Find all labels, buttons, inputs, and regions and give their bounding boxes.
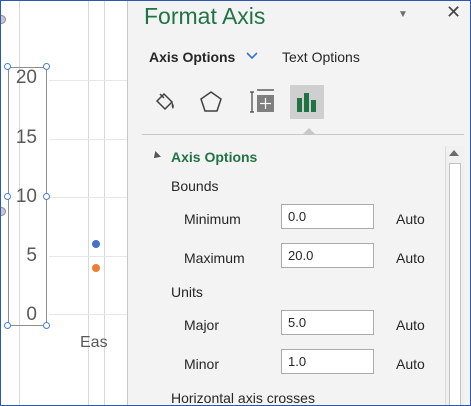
chart-edge-handle[interactable] (1, 15, 6, 24)
selection-handle[interactable] (43, 63, 50, 70)
horizontal-axis-crosses-label: Horizontal axis crosses (171, 390, 315, 406)
minimum-input[interactable] (281, 204, 374, 229)
effects-icon[interactable] (194, 85, 228, 119)
selection-handle[interactable] (4, 322, 11, 329)
maximum-input[interactable] (281, 243, 374, 268)
fill-line-icon[interactable] (147, 85, 181, 119)
minor-label: Minor (184, 356, 220, 372)
pane-scrollbar[interactable] (445, 146, 464, 405)
gridline (49, 314, 127, 315)
pane-title: Format Axis (144, 3, 266, 29)
pane-options-dropdown-icon[interactable]: ▼ (398, 9, 408, 20)
major-label: Major (184, 317, 220, 333)
major-auto-button[interactable]: Auto (396, 317, 425, 333)
minimum-auto-button[interactable]: Auto (396, 211, 425, 227)
minimum-label: Minimum (184, 211, 241, 227)
gridline (49, 197, 127, 198)
maximum-auto-button[interactable]: Auto (396, 250, 425, 266)
gridline (49, 139, 127, 140)
vertical-axis-selection[interactable]: 20 15 10 5 0 (8, 67, 47, 326)
axis-tick-label: 10 (15, 186, 37, 207)
selection-handle[interactable] (4, 63, 11, 70)
maximum-label: Maximum (184, 250, 245, 266)
category-axis-label: Eas (80, 334, 108, 351)
scrollbar-thumb[interactable] (449, 163, 461, 405)
format-axis-pane: Format Axis ▼ ✕ Axis Options Text Option… (127, 1, 470, 406)
axis-tick-label: 15 (15, 127, 37, 148)
selection-handle[interactable] (43, 193, 50, 200)
size-properties-icon[interactable] (245, 85, 279, 119)
axis-tick-label: 5 (26, 245, 37, 266)
section-axis-options[interactable]: Axis Options (171, 149, 257, 165)
scroll-up-arrow-icon[interactable] (449, 150, 459, 156)
gridline (49, 80, 127, 81)
divider (142, 134, 464, 135)
data-point-marker[interactable] (92, 264, 100, 272)
axis-tick-label: 0 (26, 304, 37, 325)
bounds-label: Bounds (171, 178, 219, 194)
axis-tick-label: 20 (15, 67, 37, 88)
tab-text-options[interactable]: Text Options (282, 49, 360, 65)
data-point-marker[interactable] (92, 240, 100, 248)
gridline (49, 256, 127, 257)
axis-options-icon[interactable] (290, 85, 324, 119)
app-window: 20 15 10 5 0 Eas Format Axis ▼ ✕ Axis Op… (0, 0, 471, 406)
units-label: Units (171, 284, 203, 300)
major-input[interactable] (281, 310, 374, 335)
minor-auto-button[interactable]: Auto (396, 356, 425, 372)
chart-edge-handle[interactable] (1, 207, 6, 216)
selection-handle[interactable] (4, 193, 11, 200)
collapse-caret-icon[interactable] (151, 151, 161, 161)
close-icon[interactable]: ✕ (446, 2, 461, 23)
tab-axis-options[interactable]: Axis Options (149, 49, 235, 65)
selection-handle[interactable] (43, 322, 50, 329)
minor-input[interactable] (281, 349, 374, 374)
chevron-down-icon[interactable] (246, 51, 258, 61)
chart-area[interactable]: 20 15 10 5 0 Eas (1, 1, 127, 405)
